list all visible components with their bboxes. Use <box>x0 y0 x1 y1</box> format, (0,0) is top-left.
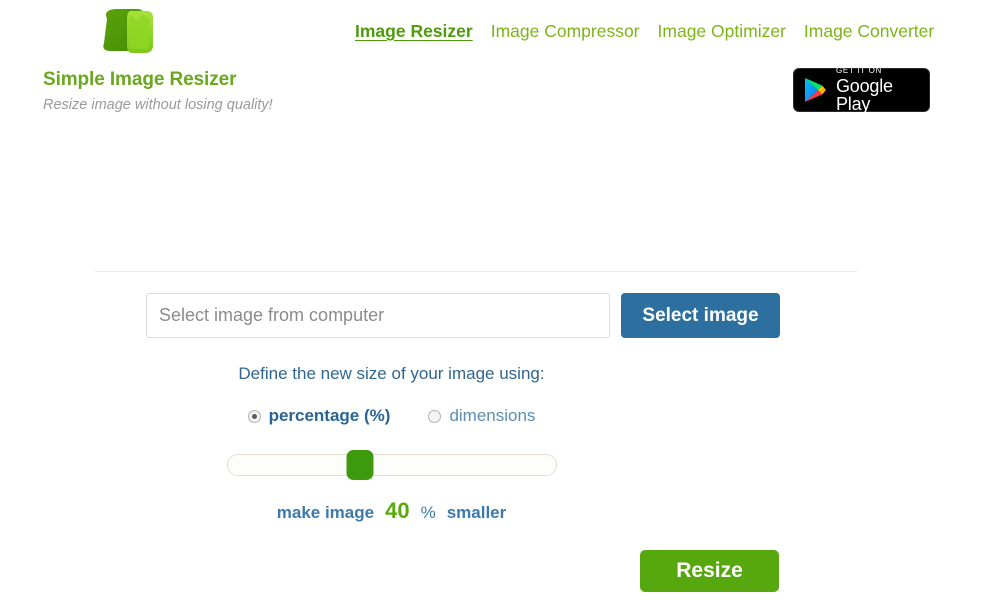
percentage-value-row: make image 40 % smaller <box>146 498 637 524</box>
resize-form: Select image Define the new size of your… <box>0 293 990 592</box>
resize-button[interactable]: Resize <box>640 550 779 592</box>
slider-row <box>146 450 637 480</box>
logo <box>93 5 163 63</box>
brand-tagline: Resize image without losing quality! <box>43 97 273 113</box>
percentage-slider-handle[interactable] <box>346 450 373 480</box>
google-play-triangle-icon <box>805 78 826 102</box>
section-divider <box>95 271 857 272</box>
green-arrow-logo-icon <box>103 9 153 53</box>
ad-slot <box>0 130 990 263</box>
resize-button-row: Resize <box>146 550 779 592</box>
percentage-slider-track[interactable] <box>226 450 557 480</box>
size-mode-radio-group: percentage (%) dimensions <box>146 406 637 426</box>
radio-dimensions-indicator[interactable] <box>428 409 442 423</box>
brand-name: Simple Image Resizer <box>43 69 237 90</box>
google-play-title: Google Play <box>836 76 893 114</box>
radio-option-dimensions[interactable]: dimensions <box>428 406 535 426</box>
nav-link-image-resizer[interactable]: Image Resizer <box>355 21 473 42</box>
nav-link-image-compressor[interactable]: Image Compressor <box>491 21 640 42</box>
radio-dimensions-label: dimensions <box>449 406 536 425</box>
nav-link-image-optimizer[interactable]: Image Optimizer <box>658 21 786 42</box>
file-path-input[interactable] <box>146 293 610 338</box>
percent-symbol: % <box>420 503 436 522</box>
value-suffix-label: smaller <box>446 503 507 522</box>
file-select-row: Select image <box>146 293 990 338</box>
select-image-button[interactable]: Select image <box>621 293 780 338</box>
nav-link-image-converter[interactable]: Image Converter <box>804 21 934 42</box>
google-play-text: GET IT ON Google Play <box>836 66 920 114</box>
value-prefix-label: make image <box>276 503 375 522</box>
radio-option-percentage[interactable]: percentage (%) <box>247 406 391 426</box>
radio-percentage-indicator[interactable] <box>247 409 261 423</box>
define-size-label: Define the new size of your image using: <box>238 364 545 383</box>
main-navigation: Image Resizer Image Compressor Image Opt… <box>355 21 934 42</box>
radio-percentage-label: percentage (%) <box>268 406 391 425</box>
page-header: Simple Image Resizer Resize image withou… <box>0 0 990 130</box>
google-play-superscript: GET IT ON <box>836 66 883 75</box>
percentage-value: 40 <box>385 498 410 523</box>
brand-block: Simple Image Resizer Resize image withou… <box>43 5 313 113</box>
google-play-badge[interactable]: GET IT ON Google Play <box>793 66 930 114</box>
